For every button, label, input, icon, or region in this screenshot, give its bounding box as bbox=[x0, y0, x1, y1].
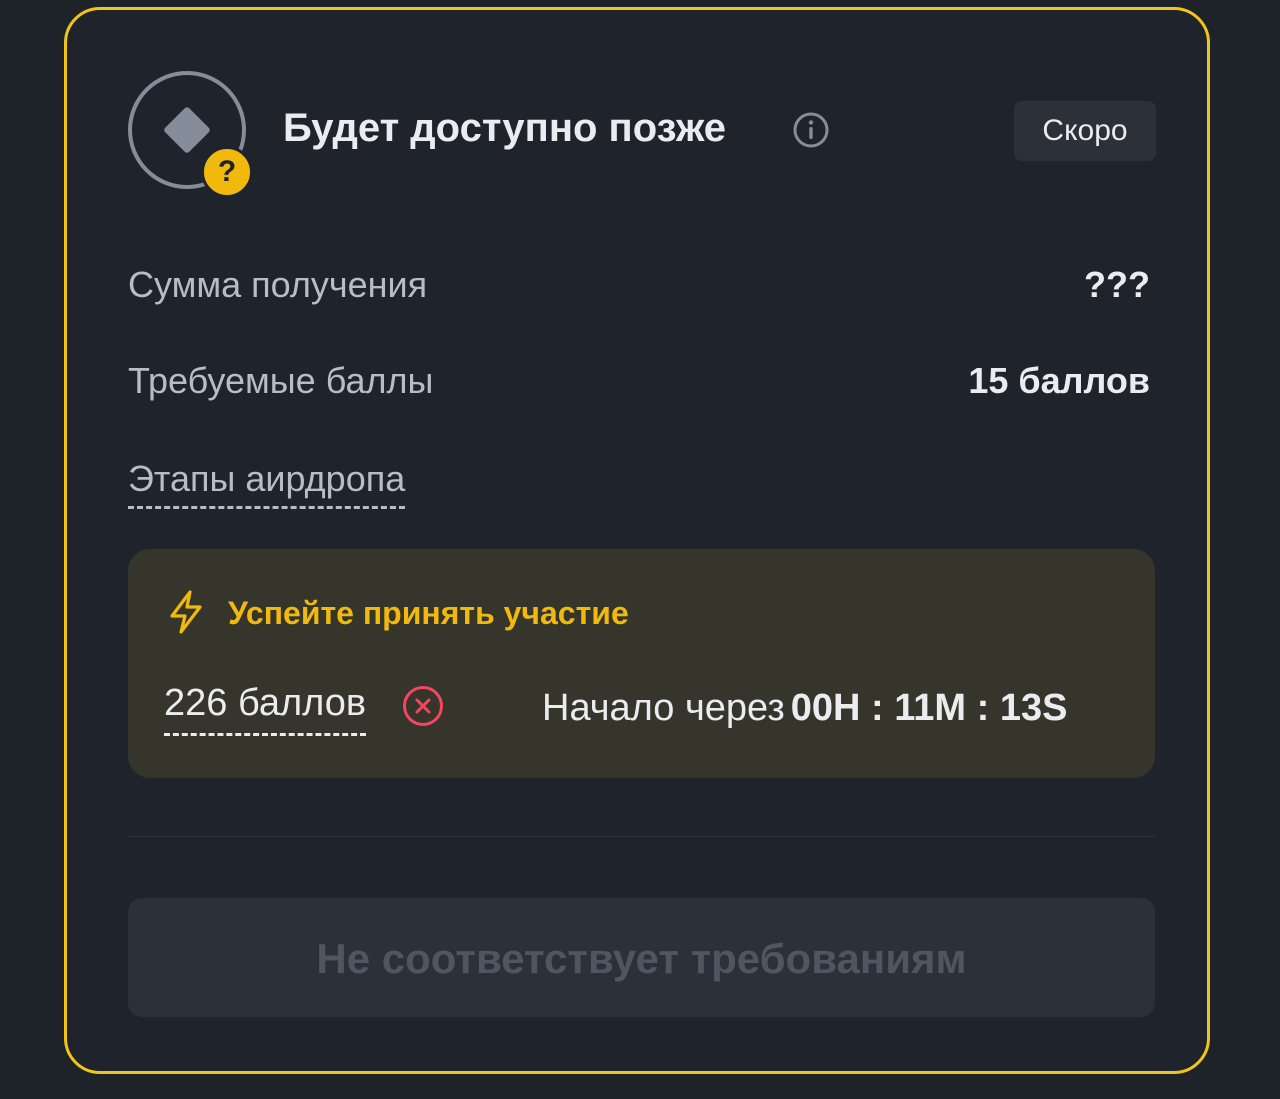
lightning-icon bbox=[170, 590, 202, 634]
card-title: Будет доступно позже bbox=[283, 106, 727, 150]
countdown-timer: 00H : 11M : 13S bbox=[790, 687, 1068, 729]
amount-label: Сумма получения bbox=[128, 264, 428, 305]
countdown-label: Начало через bbox=[542, 687, 785, 729]
question-badge: ? bbox=[201, 146, 253, 198]
divider bbox=[128, 836, 1155, 837]
airdrop-stages-link[interactable]: Этапы аирдропа bbox=[128, 458, 406, 509]
info-icon[interactable] bbox=[793, 112, 829, 148]
banner-title: Успейте принять участие bbox=[228, 595, 629, 631]
user-points[interactable]: 226 баллов bbox=[164, 682, 367, 736]
error-cross-icon bbox=[403, 686, 443, 726]
status-badge: Скоро bbox=[1014, 101, 1156, 161]
amount-value: ??? bbox=[1084, 264, 1150, 305]
airdrop-card: ? Будет доступно позже Скоро Сумма получ… bbox=[64, 7, 1210, 1074]
diamond-icon bbox=[162, 105, 212, 155]
ineligible-button[interactable]: Не соответствует требованиям bbox=[128, 898, 1155, 1017]
required-points-value: 15 баллов bbox=[968, 360, 1150, 401]
countdown: Начало через 00H : 11M : 13S bbox=[542, 687, 1067, 730]
participation-banner: Успейте принять участие 226 баллов Начал… bbox=[128, 549, 1155, 778]
required-points-label: Требуемые баллы bbox=[128, 360, 434, 401]
